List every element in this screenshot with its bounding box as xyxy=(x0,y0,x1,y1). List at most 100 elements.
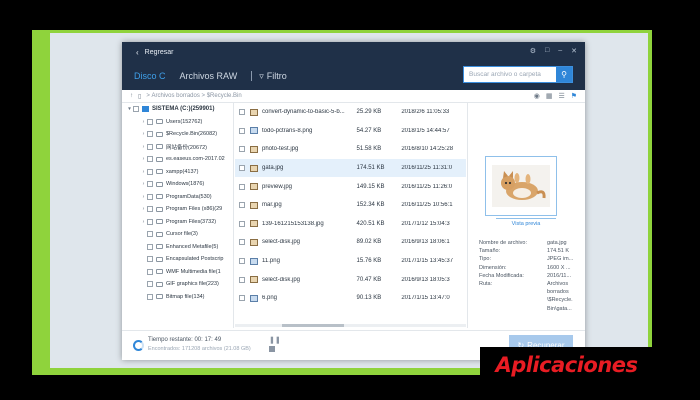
collapse-icon[interactable]: ▾ xyxy=(126,106,133,112)
file-row[interactable]: photo-test.jpg 51.58 KB 2016/8/10 14:25:28 xyxy=(235,140,466,159)
path-segment[interactable]: Archivos borrados xyxy=(151,93,199,99)
tree-item[interactable]: › Windows(1876) xyxy=(122,178,233,191)
expand-icon[interactable]: › xyxy=(140,219,147,225)
tree-item[interactable]: Encapsulated Postscrip xyxy=(122,253,233,266)
detail-view-icon[interactable]: ⚑ xyxy=(571,92,577,100)
expand-icon[interactable]: › xyxy=(140,131,147,137)
tree-item[interactable]: › Program Files(3732) xyxy=(122,216,233,229)
checkbox[interactable] xyxy=(147,268,153,275)
tree-item[interactable]: › Program Files (x86)(29 xyxy=(122,203,233,216)
checkbox[interactable] xyxy=(147,131,153,138)
tree-item[interactable]: Cursor file(3) xyxy=(122,228,233,241)
back-arrow-icon[interactable]: ‹ xyxy=(136,48,139,57)
file-row[interactable]: preview.jpg 149.15 KB 2016/11/25 11:26:0 xyxy=(235,177,466,196)
tree-item[interactable]: › es.easeus.com-2017.02 xyxy=(122,153,233,166)
folder-icon xyxy=(156,231,163,237)
checkbox[interactable] xyxy=(147,168,153,175)
tree-item[interactable]: GIF graphics file(223) xyxy=(122,278,233,291)
stop-icon[interactable] xyxy=(269,346,275,352)
folder-icon xyxy=(156,131,163,137)
checkbox[interactable] xyxy=(239,220,245,227)
file-row[interactable]: mar.jpg 152.34 KB 2016/11/25 10:56:1 xyxy=(235,196,466,215)
tree-item[interactable]: WMF Multimedia file(1 xyxy=(122,266,233,279)
expand-icon[interactable]: › xyxy=(140,144,147,150)
tree-item[interactable]: › Users(152762) xyxy=(122,116,233,129)
checkbox[interactable] xyxy=(147,118,153,125)
scrollbar-thumb[interactable] xyxy=(282,324,344,327)
settings-icon[interactable]: ⚙ xyxy=(530,47,536,55)
file-date: 2016/9/13 18:05:3 xyxy=(401,276,450,283)
property-row: Tamaño: 174.51 K xyxy=(479,247,582,255)
tree-item[interactable]: Bitmap file(134) xyxy=(122,291,233,304)
checkbox[interactable] xyxy=(239,183,245,190)
expand-icon[interactable]: › xyxy=(140,206,147,212)
file-name: gata.jpg xyxy=(262,165,284,172)
checkbox[interactable] xyxy=(239,146,245,153)
checkbox[interactable] xyxy=(239,239,245,246)
tab-disco-c[interactable]: Disco C xyxy=(134,71,166,81)
tree-root[interactable]: ▾ SISTEMA (C:)(259901) xyxy=(122,103,233,116)
checkbox[interactable] xyxy=(239,258,245,265)
property-value: borrados xyxy=(547,289,569,296)
back-label[interactable]: Regresar xyxy=(145,49,174,56)
file-row[interactable]: 6.png 90.13 KB 2017/1/15 13:47:0 xyxy=(235,289,466,308)
checkbox[interactable] xyxy=(147,243,153,250)
search-icon[interactable]: ⚲ xyxy=(556,67,572,82)
checkbox[interactable] xyxy=(239,295,245,302)
expand-icon[interactable]: › xyxy=(140,119,147,125)
file-row[interactable]: todo-pctrans-8.png 54.27 KB 2018/1/5 14:44… xyxy=(235,122,466,141)
file-date: 2017/1/12 15:04:3 xyxy=(401,220,450,227)
grid-view-icon[interactable]: ▦ xyxy=(546,92,553,100)
checkbox[interactable] xyxy=(133,106,139,113)
search-box[interactable]: Buscar archivo o carpeta ⚲ xyxy=(463,66,573,83)
close-icon[interactable]: ✕ xyxy=(571,47,577,55)
checkbox[interactable] xyxy=(147,281,153,288)
file-row[interactable]: select-disk.jpg 70.47 KB 2016/9/13 18:05:3 xyxy=(235,270,466,289)
restore-icon[interactable]: □ xyxy=(545,47,549,55)
app-window: ‹ Regresar ⚙ □ – ✕ Disco C Archivos RAW … xyxy=(122,42,585,360)
tree-item-label: xampp(4137) xyxy=(166,168,199,175)
file-row[interactable]: gata.jpg 174.51 KB 2016/11/25 11:31:0 xyxy=(235,158,466,178)
up-arrow-icon[interactable]: ↑ xyxy=(130,93,133,99)
checkbox[interactable] xyxy=(147,156,153,163)
vista-previa-link[interactable]: Vista previa xyxy=(496,218,556,228)
expand-icon[interactable]: › xyxy=(140,156,147,162)
checkbox[interactable] xyxy=(239,276,245,283)
checkbox[interactable] xyxy=(147,256,153,263)
search-input[interactable]: Buscar archivo o carpeta xyxy=(464,67,556,82)
folder-icon xyxy=(156,144,163,150)
checkbox[interactable] xyxy=(239,202,245,209)
expand-icon[interactable]: › xyxy=(140,181,147,187)
expand-icon[interactable]: › xyxy=(140,169,147,175)
pause-icon[interactable]: ❚❚ xyxy=(269,336,281,344)
tab-archivos-raw[interactable]: Archivos RAW xyxy=(180,71,238,81)
tree-item[interactable]: › 网站备份(20672) xyxy=(122,141,233,154)
tree-item[interactable]: › $Recycle.Bin(26082) xyxy=(122,128,233,141)
scrollbar-track[interactable] xyxy=(235,324,466,327)
file-row[interactable]: convert-dynamic-to-basic-5-b... 25.29 KB 2… xyxy=(235,103,466,122)
checkbox[interactable] xyxy=(147,193,153,200)
checkbox[interactable] xyxy=(147,218,153,225)
eye-icon[interactable]: ◉ xyxy=(534,92,540,100)
file-row[interactable]: select-disk.jpg 89.02 KB 2016/9/13 18:06:1 xyxy=(235,233,466,252)
path-segment[interactable]: $Recycle.Bin xyxy=(207,93,242,99)
minimize-icon[interactable]: – xyxy=(558,47,562,55)
tree-item[interactable]: › xampp(4137) xyxy=(122,166,233,179)
checkbox[interactable] xyxy=(239,109,245,116)
checkbox[interactable] xyxy=(147,181,153,188)
tree-item[interactable]: › ProgramData(530) xyxy=(122,191,233,204)
drive-icon xyxy=(142,106,149,113)
file-row[interactable]: 11.png 15.76 KB 2017/1/15 13:45:37 xyxy=(235,252,466,271)
checkbox[interactable] xyxy=(147,231,153,238)
expand-icon[interactable]: › xyxy=(140,194,147,200)
checkbox[interactable] xyxy=(147,206,153,213)
checkbox[interactable] xyxy=(239,127,245,134)
checkbox[interactable] xyxy=(147,143,153,150)
checkbox[interactable] xyxy=(239,165,245,172)
list-view-icon[interactable]: ☰ xyxy=(558,92,564,100)
filter-button[interactable]: ▿ Filtro xyxy=(251,71,287,82)
tree-item-label: 网站备份(20672) xyxy=(166,144,207,151)
tree-item[interactable]: Enhanced Metafile(5) xyxy=(122,241,233,254)
checkbox[interactable] xyxy=(147,293,153,300)
file-row[interactable]: 139-161215153138.jpg 420.51 KB 2017/1/12 1… xyxy=(235,215,466,234)
